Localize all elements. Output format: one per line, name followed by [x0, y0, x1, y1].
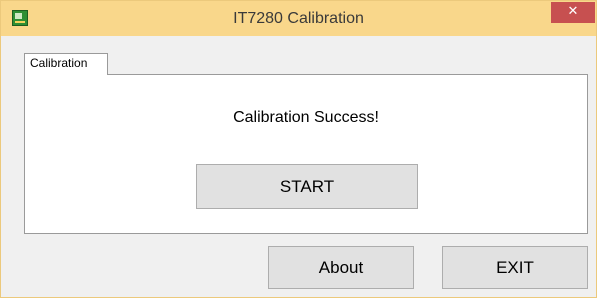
- title-bar[interactable]: IT7280 Calibration ✕: [1, 1, 596, 36]
- close-icon: ✕: [567, 4, 579, 19]
- tab-calibration[interactable]: Calibration: [24, 53, 108, 75]
- app-window: IT7280 Calibration ✕ Calibration Calibra…: [0, 0, 597, 298]
- exit-button[interactable]: EXIT: [442, 246, 588, 289]
- status-message: Calibration Success!: [233, 109, 379, 126]
- start-button[interactable]: START: [196, 164, 418, 209]
- window-title: IT7280 Calibration: [233, 10, 364, 27]
- calibration-panel: Calibration Success! START: [24, 74, 588, 234]
- about-button[interactable]: About: [268, 246, 414, 289]
- close-button[interactable]: ✕: [551, 2, 595, 23]
